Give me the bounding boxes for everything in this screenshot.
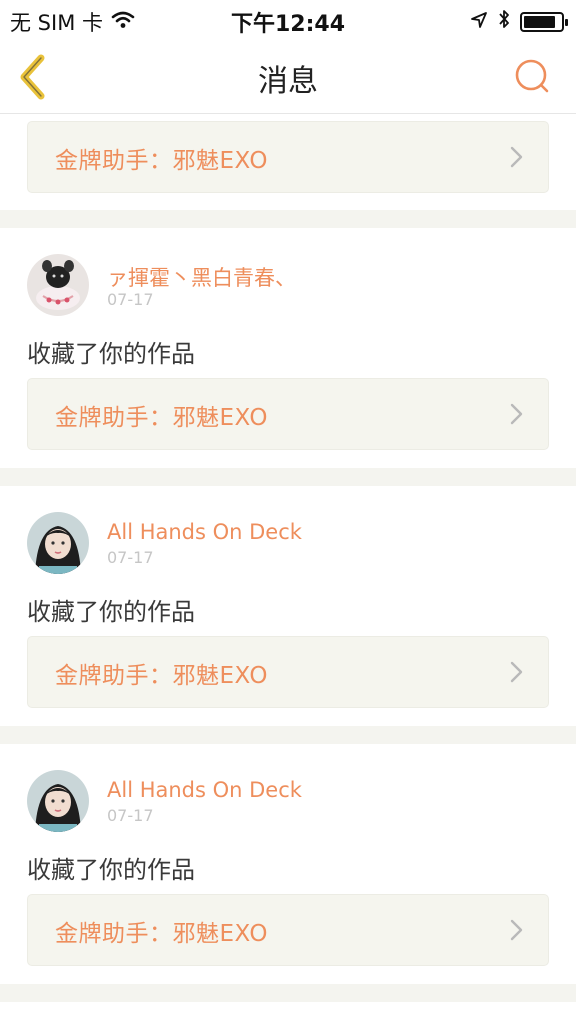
username[interactable]: All Hands On Deck <box>107 520 302 544</box>
work-reference-card[interactable]: 金牌助手：邪魅EXO <box>27 378 549 450</box>
action-text: 收藏了你的作品 <box>27 598 195 626</box>
chevron-right-icon <box>510 661 523 683</box>
message-date: 07-17 <box>107 290 154 309</box>
work-reference-label: 金牌助手：邪魅EXO <box>55 405 268 431</box>
message-date: 07-17 <box>107 548 154 567</box>
section-divider <box>0 468 576 486</box>
section-divider <box>0 984 576 1002</box>
action-text: 收藏了你的作品 <box>27 340 195 368</box>
work-reference-label: 金牌助手：邪魅EXO <box>55 148 268 174</box>
work-reference-label: 金牌助手：邪魅EXO <box>55 663 268 689</box>
page-title: 消息 <box>258 64 318 99</box>
work-reference-card[interactable]: 金牌助手：邪魅EXO <box>27 636 549 708</box>
status-right <box>470 8 568 35</box>
username[interactable]: ァ揮霍丶黑白青春、 <box>107 262 296 292</box>
chevron-right-icon <box>510 146 523 168</box>
battery-icon <box>520 11 568 32</box>
location-arrow-icon <box>470 10 488 34</box>
avatar[interactable] <box>27 254 89 316</box>
avatar[interactable] <box>27 770 89 832</box>
message-list: 金牌助手：邪魅EXO ァ揮霍丶黑白青春、 07-17 收藏了你的作品 金牌助手：… <box>0 114 576 1024</box>
section-divider <box>0 210 576 228</box>
chevron-right-icon <box>510 403 523 425</box>
chevron-right-icon <box>510 919 523 941</box>
bluetooth-icon <box>497 8 511 35</box>
action-text: 收藏了你的作品 <box>27 856 195 884</box>
work-reference-label: 金牌助手：邪魅EXO <box>55 921 268 947</box>
section-divider <box>0 726 576 744</box>
work-reference-card[interactable]: 金牌助手：邪魅EXO <box>27 894 549 966</box>
message-item: All Hands On Deck 07-17 收藏了你的作品 金牌助手：邪魅E… <box>0 486 576 726</box>
status-bar: 无 SIM 卡 下午12:44 <box>0 0 576 40</box>
search-icon <box>515 59 549 93</box>
message-item: ァ揮霍丶黑白青春、 07-17 收藏了你的作品 金牌助手：邪魅EXO <box>0 228 576 468</box>
message-item: All Hands On Deck 07-17 收藏了你的作品 金牌助手：邪魅E… <box>0 744 576 984</box>
nav-bar: 消息 <box>0 40 576 114</box>
work-reference-card[interactable]: 金牌助手：邪魅EXO <box>27 121 549 193</box>
avatar[interactable] <box>27 512 89 574</box>
message-date: 07-17 <box>107 806 154 825</box>
username[interactable]: All Hands On Deck <box>107 778 302 802</box>
search-button[interactable] <box>512 56 552 96</box>
